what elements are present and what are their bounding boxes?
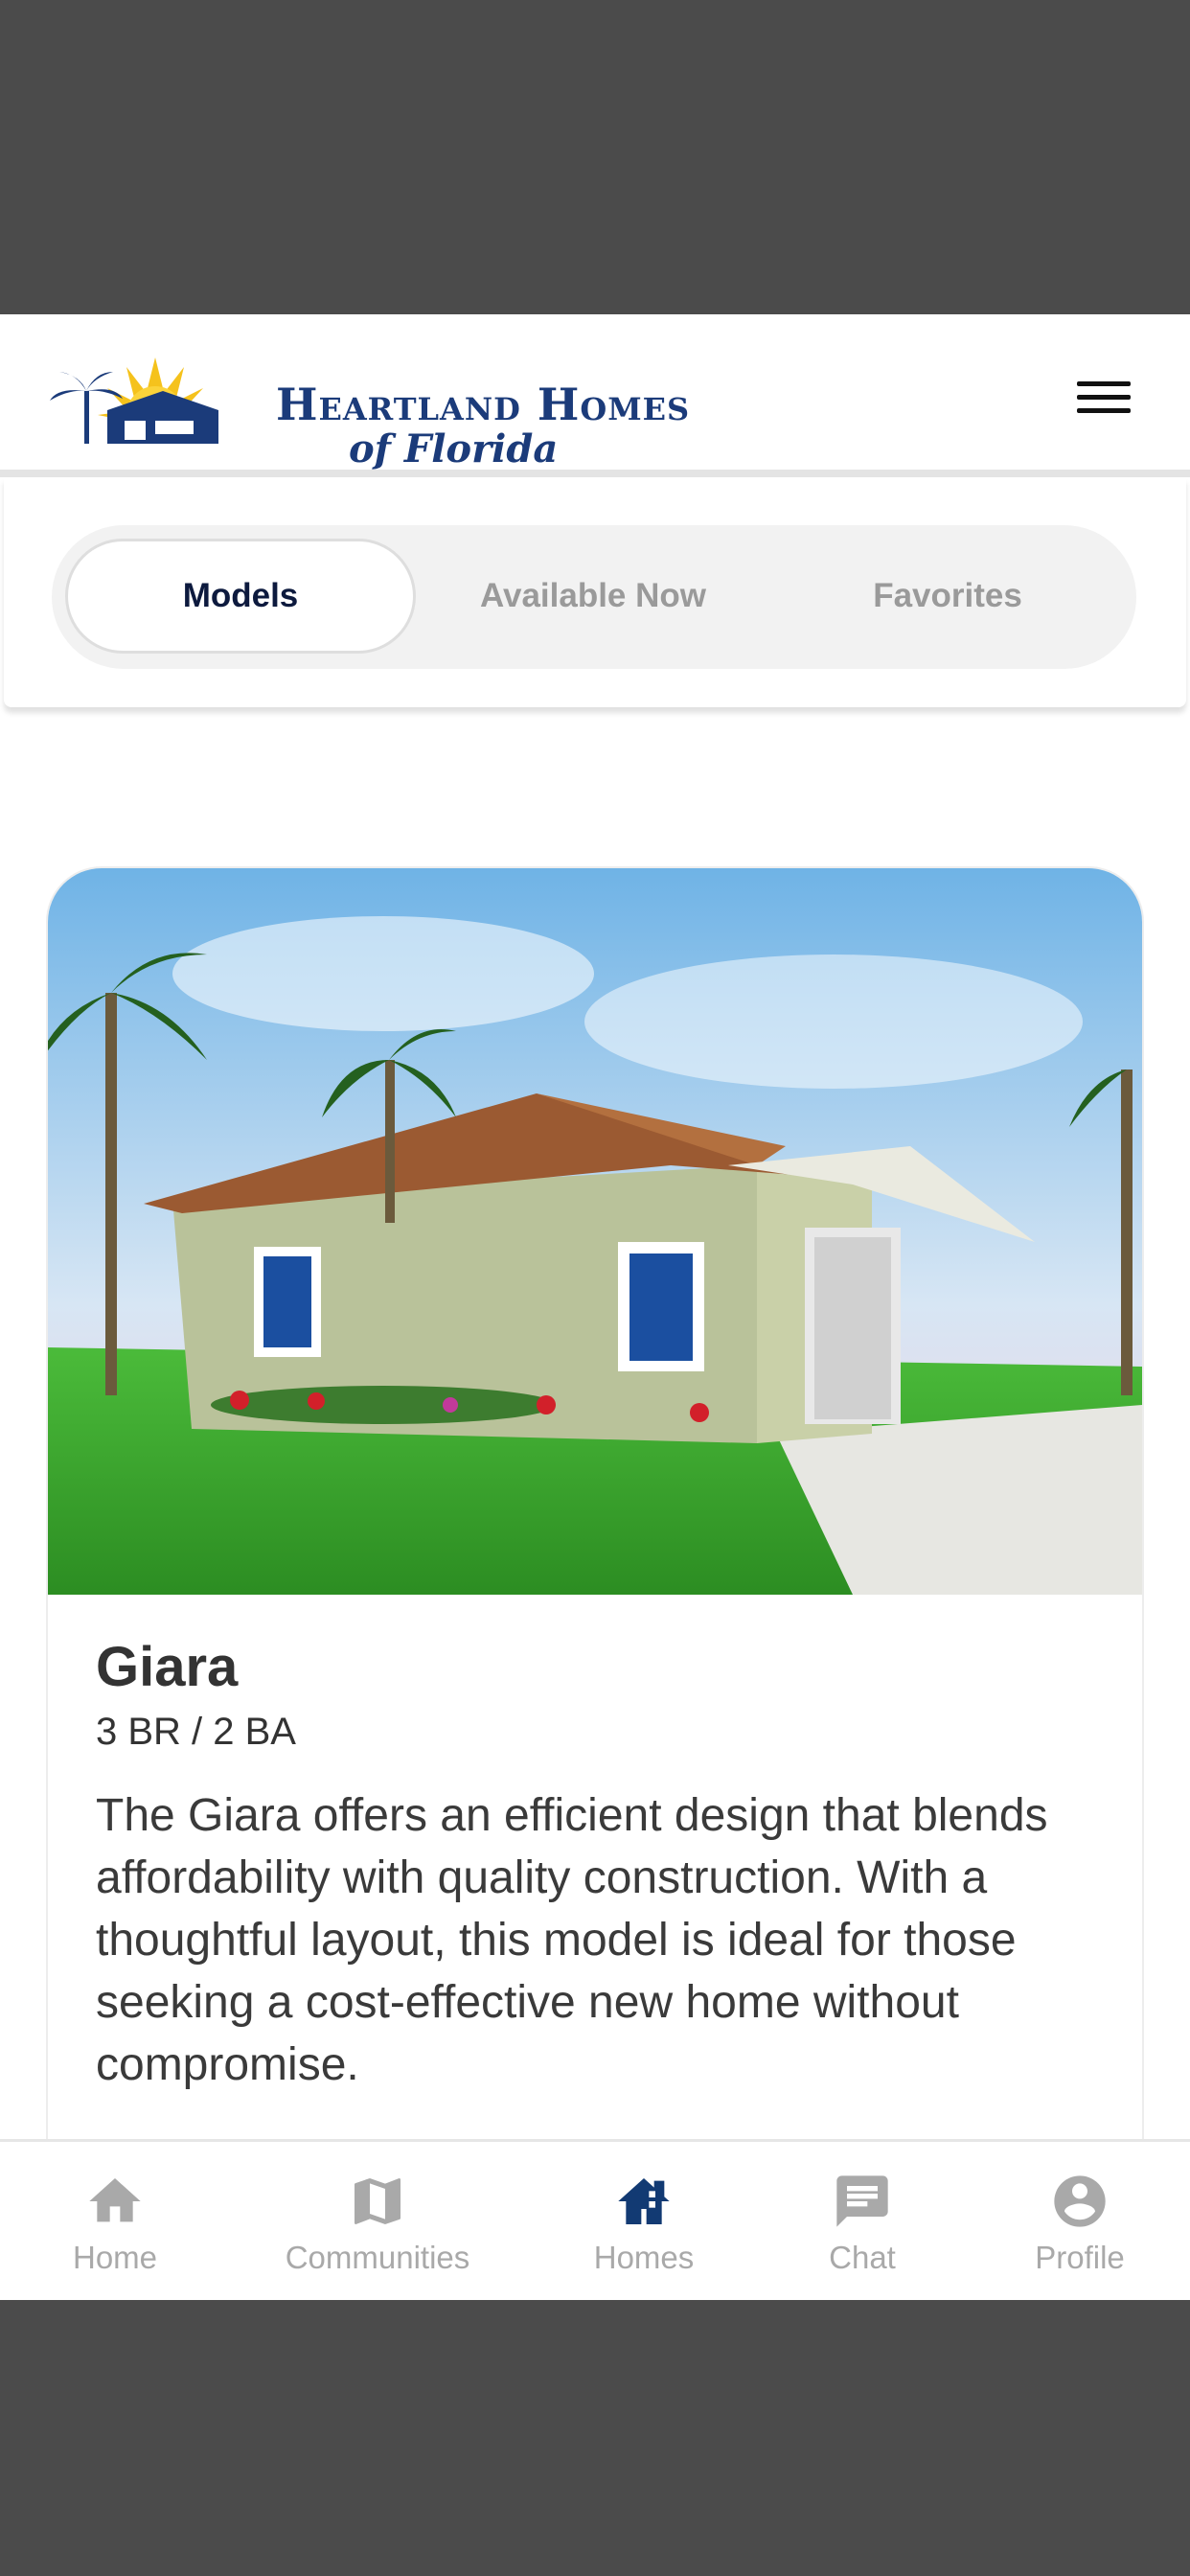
tab-favorites[interactable]: Favorites: [772, 539, 1123, 654]
home-icon: [89, 2178, 141, 2222]
profile-icon: [1054, 2175, 1106, 2227]
app-screen: Heartland Homes of Florida Models Availa…: [0, 314, 1190, 2300]
tab-homes-label: Homes: [593, 2240, 695, 2275]
filter-segment-bar: Models Available Now Favorites: [4, 477, 1186, 707]
home-rendering-image: [48, 868, 1142, 1595]
app-header: Heartland Homes of Florida: [0, 314, 1190, 477]
card-body: Giara 3 BR / 2 BA The Giara offers an ef…: [96, 1635, 1102, 2096]
hamburger-menu-icon[interactable]: [1077, 381, 1131, 420]
tab-chat-label: Chat: [829, 2240, 896, 2275]
model-name: Giara: [96, 1636, 239, 1698]
tab-homes[interactable]: Homes: [529, 2142, 759, 2300]
tab-communities-label: Communities: [285, 2240, 470, 2275]
tab-home-label: Home: [72, 2240, 158, 2275]
brand-name: Heartland Homes: [276, 379, 691, 430]
sun-house-logo-icon: [50, 357, 218, 444]
tab-home[interactable]: Home: [0, 2142, 230, 2300]
home-model-card[interactable]: Giara 3 BR / 2 BA The Giara offers an ef…: [48, 868, 1142, 2300]
model-specs: 3 BR / 2 BA: [96, 1711, 296, 1753]
tab-communities[interactable]: Communities: [263, 2142, 492, 2300]
tab-chat[interactable]: Chat: [747, 2142, 977, 2300]
tab-available-now[interactable]: Available Now: [418, 539, 768, 654]
chat-icon: [836, 2175, 888, 2227]
tab-profile[interactable]: Profile: [965, 2142, 1190, 2300]
segmented-control: Models Available Now Favorites: [52, 525, 1136, 669]
homes-icon: [618, 2178, 670, 2224]
tab-profile-label: Profile: [1035, 2240, 1125, 2275]
tab-models[interactable]: Models: [65, 539, 416, 654]
brand-tagline: of Florida: [349, 426, 559, 472]
map-icon: [355, 2178, 400, 2224]
model-description: The Giara offers an efficient design tha…: [96, 1790, 1048, 2090]
heartland-homes-logo[interactable]: Heartland Homes of Florida: [50, 338, 689, 472]
bottom-tab-bar: Home Communities Homes Chat Profile: [0, 2139, 1190, 2300]
